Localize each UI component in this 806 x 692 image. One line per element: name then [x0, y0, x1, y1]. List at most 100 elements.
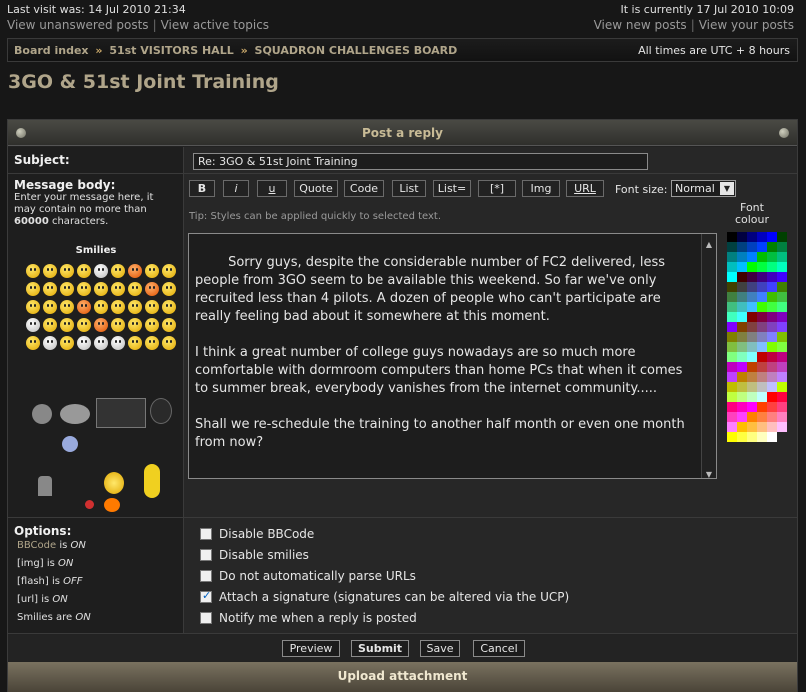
view-your-posts-link[interactable]: View your posts: [699, 18, 794, 32]
disable-bbcode-checkbox[interactable]: Disable BBCode: [200, 527, 314, 541]
colour-swatch[interactable]: [737, 352, 747, 362]
no-parse-urls-checkbox[interactable]: Do not automatically parse URLs: [200, 569, 416, 583]
colour-swatch[interactable]: [727, 332, 737, 342]
smiley-icon[interactable]: [26, 282, 40, 296]
colour-swatch[interactable]: [777, 342, 787, 352]
smiley-icon[interactable]: [60, 264, 74, 278]
colour-swatch[interactable]: [767, 412, 777, 422]
smiley-icon[interactable]: [145, 318, 159, 332]
colour-swatch[interactable]: [777, 372, 787, 382]
colour-swatch[interactable]: [737, 332, 747, 342]
smiley-ghost-icon[interactable]: [62, 436, 78, 452]
smiley-reaper-icon[interactable]: [150, 398, 172, 424]
colour-swatch[interactable]: [747, 412, 757, 422]
checkbox-checked-icon[interactable]: [200, 589, 212, 603]
colour-swatch[interactable]: [727, 362, 737, 372]
colour-swatch[interactable]: [747, 342, 757, 352]
smiley-icon[interactable]: [111, 300, 125, 314]
smiley-icon[interactable]: [111, 264, 125, 278]
colour-swatch[interactable]: [747, 272, 757, 282]
colour-swatch[interactable]: [777, 312, 787, 322]
colour-swatch[interactable]: [757, 252, 767, 262]
checkbox-icon[interactable]: [200, 528, 212, 540]
smiley-icon[interactable]: [60, 282, 74, 296]
colour-swatch[interactable]: [767, 342, 777, 352]
breadcrumb-squadron-board[interactable]: SQUADRON CHALLENGES BOARD: [255, 44, 458, 57]
colour-swatch[interactable]: [727, 272, 737, 282]
message-textarea[interactable]: Sorry guys, despite the considerable num…: [188, 233, 717, 479]
smiley-icon[interactable]: [43, 336, 57, 350]
colour-swatch[interactable]: [767, 272, 777, 282]
colour-swatch[interactable]: [767, 262, 777, 272]
attach-signature-checkbox[interactable]: Attach a signature (signatures can be al…: [200, 589, 569, 604]
smiley-icon[interactable]: [77, 264, 91, 278]
colour-swatch[interactable]: [737, 252, 747, 262]
colour-swatch[interactable]: [727, 282, 737, 292]
colour-swatch[interactable]: [727, 252, 737, 262]
smiley-icon[interactable]: [60, 318, 74, 332]
colour-swatch[interactable]: [757, 292, 767, 302]
colour-swatch[interactable]: [757, 262, 767, 272]
colour-swatch[interactable]: [737, 372, 747, 382]
colour-swatch[interactable]: [747, 292, 757, 302]
colour-swatch[interactable]: [757, 432, 767, 442]
smiley-icon[interactable]: [77, 318, 91, 332]
colour-swatch[interactable]: [777, 412, 787, 422]
colour-swatch[interactable]: [777, 382, 787, 392]
colour-swatch[interactable]: [777, 392, 787, 402]
colour-swatch[interactable]: [727, 392, 737, 402]
underline-button[interactable]: u: [257, 180, 287, 197]
colour-swatch[interactable]: [727, 292, 737, 302]
colour-swatch[interactable]: [767, 312, 777, 322]
colour-swatch[interactable]: [757, 302, 767, 312]
colour-swatch[interactable]: [747, 422, 757, 432]
colour-swatch[interactable]: [777, 332, 787, 342]
img-button[interactable]: Img: [522, 180, 560, 197]
colour-swatch[interactable]: [727, 322, 737, 332]
smiley-pumpkin-icon[interactable]: [104, 498, 120, 512]
colour-swatch[interactable]: [777, 262, 787, 272]
colour-swatch[interactable]: [777, 292, 787, 302]
smiley-grave-icon[interactable]: [38, 476, 52, 496]
smiley-icon[interactable]: [94, 336, 108, 350]
view-new-posts-link[interactable]: View new posts: [594, 18, 687, 32]
smiley-heart-icon[interactable]: [85, 500, 94, 509]
colour-swatch[interactable]: [737, 412, 747, 422]
colour-swatch[interactable]: [767, 322, 777, 332]
colour-swatch[interactable]: [737, 342, 747, 352]
smiley-icon[interactable]: [26, 336, 40, 350]
smiley-icon[interactable]: [145, 282, 159, 296]
colour-swatch[interactable]: [767, 402, 777, 412]
smiley-icon[interactable]: [128, 318, 142, 332]
colour-swatch[interactable]: [747, 392, 757, 402]
smiley-icon[interactable]: [43, 264, 57, 278]
smiley-icon[interactable]: [111, 282, 125, 296]
colour-palette[interactable]: [727, 232, 787, 442]
colour-swatch[interactable]: [747, 332, 757, 342]
colour-swatch[interactable]: [747, 262, 757, 272]
bold-button[interactable]: B: [189, 180, 215, 197]
scroll-up-icon[interactable]: ▲: [704, 236, 714, 249]
colour-swatch[interactable]: [757, 382, 767, 392]
colour-swatch[interactable]: [747, 352, 757, 362]
colour-swatch[interactable]: [737, 302, 747, 312]
colour-swatch[interactable]: [767, 332, 777, 342]
smiley-icon[interactable]: [162, 264, 176, 278]
smiley-icon[interactable]: [60, 336, 74, 350]
colour-swatch[interactable]: [777, 352, 787, 362]
colour-swatch[interactable]: [747, 232, 757, 242]
colour-swatch[interactable]: [747, 372, 757, 382]
colour-swatch[interactable]: [737, 272, 747, 282]
submit-button[interactable]: Submit: [351, 640, 409, 657]
colour-swatch[interactable]: [777, 232, 787, 242]
smiley-wrench-icon[interactable]: [60, 404, 90, 424]
colour-swatch[interactable]: [737, 432, 747, 442]
colour-swatch[interactable]: [757, 372, 767, 382]
checkbox-icon[interactable]: [200, 570, 212, 582]
colour-swatch[interactable]: [767, 352, 777, 362]
smiley-icon[interactable]: [43, 282, 57, 296]
colour-swatch[interactable]: [757, 362, 767, 372]
colour-swatch[interactable]: [727, 352, 737, 362]
smiley-icon[interactable]: [26, 300, 40, 314]
smiley-gunner-icon[interactable]: [32, 404, 52, 424]
